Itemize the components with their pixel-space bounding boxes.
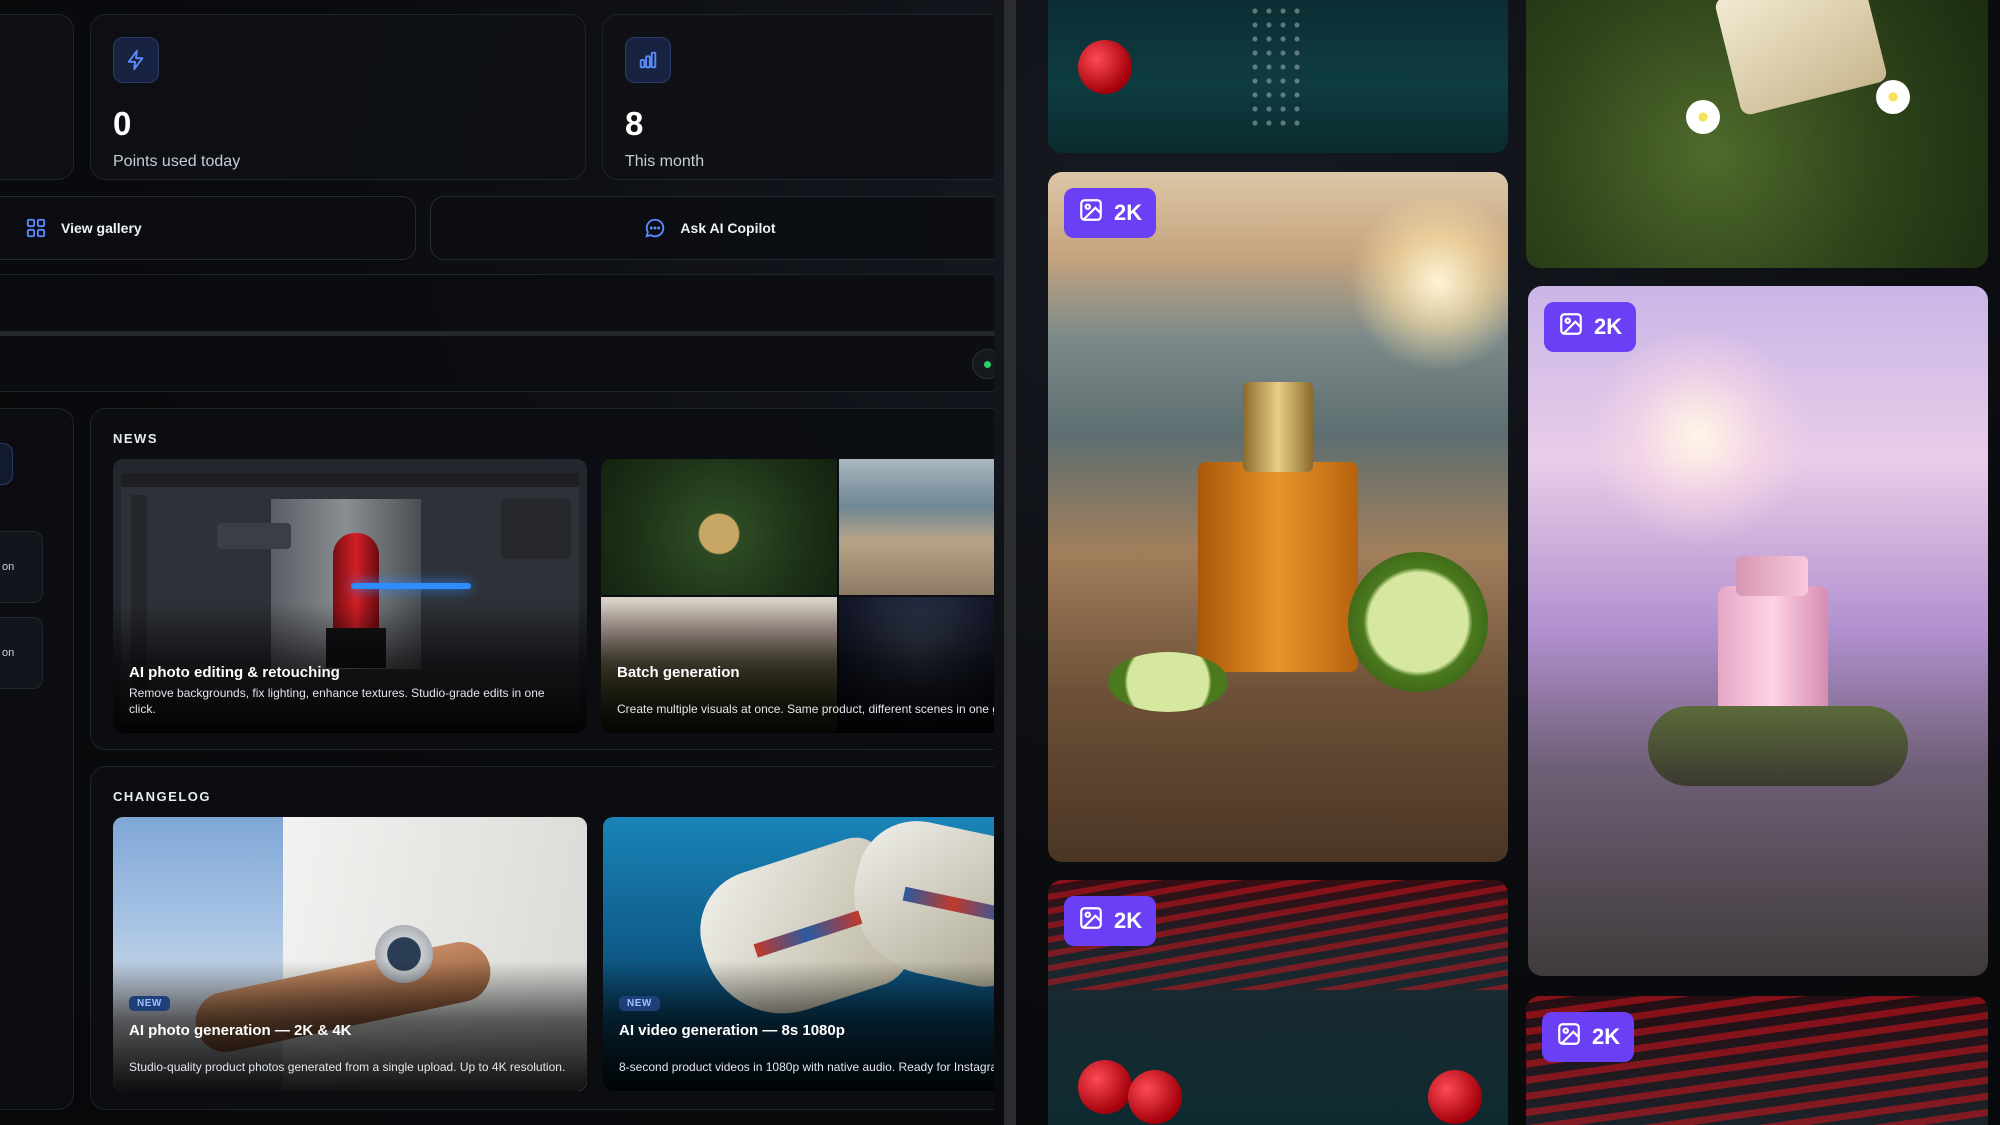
soap-bar-image [1713,0,1889,117]
new-badge: NEW [129,996,170,1011]
jar-in-ferns-image [601,459,837,595]
resolution-badge: 2K [1542,1012,1635,1062]
white-flower-image [1686,100,1720,134]
side-item[interactable]: on [0,531,43,603]
status-bar [0,274,994,392]
image-icon [1558,311,1584,343]
changelog-description: Studio-quality product photos generated … [129,1060,566,1074]
image-icon [1078,905,1104,937]
view-gallery-label: View gallery [61,220,142,236]
perfume-bottle-image [1198,462,1358,672]
status-dot [984,361,991,368]
gallery-item[interactable]: 2K [1528,286,1988,976]
news-card-batch-generation[interactable]: Batch generation Create multiple visuals… [601,459,994,733]
ask-ai-copilot-label: Ask AI Copilot [680,220,776,236]
image-icon [1556,1021,1582,1053]
gallery-item[interactable]: 2K [1526,996,1988,1125]
side-item-label: on [2,647,15,659]
panel-divider[interactable] [1004,0,1016,1125]
lightning-icon [113,37,159,83]
app-root: 0 Points used today 8 This month View ga… [0,0,2000,1125]
white-flower-image [1876,80,1910,114]
view-gallery-button[interactable]: View gallery [0,196,416,260]
stat-label: This month [625,153,705,170]
cherry-image [1078,1060,1132,1114]
ask-ai-copilot-button[interactable]: Ask AI Copilot [430,196,994,260]
gallery-item[interactable] [1526,0,1988,268]
news-section: NEWS AI photo editing & retouching Remov… [90,408,994,750]
news-card-photo-editing[interactable]: AI photo editing & retouching Remove bac… [113,459,587,733]
bubbles-image [1248,0,1308,130]
bottle-cap-image [1243,382,1313,472]
section-title: NEWS [113,431,158,446]
gallery-item[interactable]: 2K [1048,880,1508,1125]
new-badge: NEW [619,996,660,1011]
stat-card-points-today: 0 Points used today [90,14,586,180]
stat-card-this-month: 8 This month [602,14,994,180]
gallery-item[interactable]: 2K [1048,172,1508,862]
changelog-title: AI photo generation — 2K & 4K [129,1022,352,1039]
jar-on-beach-image [839,459,994,595]
news-description: Remove backgrounds, fix lighting, enhanc… [129,686,545,716]
changelog-description: 8-second product videos in 1080p with na… [619,1060,994,1074]
sun-glare-image [1348,192,1508,372]
stat-value: 0 [113,105,132,142]
grid-icon [25,217,47,239]
bar-chart-icon [625,37,671,83]
gallery-item[interactable] [1048,0,1508,153]
perfume-bottle-image [1718,586,1828,716]
resolution-badge: 2K [1064,896,1157,946]
cherry-image [1078,40,1132,94]
chat-bubble-icon [644,217,666,239]
resolution-label: 2K [1594,314,1623,339]
rock-image [1648,706,1908,786]
cherry-image [1128,1070,1182,1124]
resolution-badge: 2K [1544,302,1637,352]
stat-label: Points used today [113,153,241,170]
side-panel: on on [0,408,74,1110]
changelog-card-photo-generation[interactable]: NEW AI photo generation — 2K & 4K Studio… [113,817,587,1091]
section-title: CHANGELOG [113,789,211,804]
status-indicator [972,349,994,379]
lime-slice-image [1108,652,1228,712]
changelog-section: CHANGELOG NEW AI photo generation — 2K &… [90,766,994,1110]
stat-value: 8 [625,105,644,142]
expand-button[interactable] [0,443,13,485]
image-icon [1078,197,1104,229]
progress-track [0,331,994,336]
lime-image [1348,552,1488,692]
side-item-label: on [2,561,15,573]
resolution-badge: 2K [1064,188,1157,238]
news-description: Create multiple visuals at once. Same pr… [617,702,994,716]
side-item[interactable]: on [0,617,43,689]
changelog-card-video-generation[interactable]: NEW AI video generation — 8s 1080p 8-sec… [603,817,994,1091]
cherry-image [1428,1070,1482,1124]
dashboard-panel: 0 Points used today 8 This month View ga… [0,0,994,1125]
resolution-label: 2K [1114,200,1143,225]
changelog-title: AI video generation — 8s 1080p [619,1022,845,1039]
stat-card-partial [0,14,74,180]
sun-flare-image [1588,326,1808,546]
resolution-label: 2K [1592,1024,1621,1049]
news-title: AI photo editing & retouching [129,664,340,681]
resolution-label: 2K [1114,908,1143,933]
news-title: Batch generation [617,664,740,681]
bottle-cap-image [1736,556,1808,596]
